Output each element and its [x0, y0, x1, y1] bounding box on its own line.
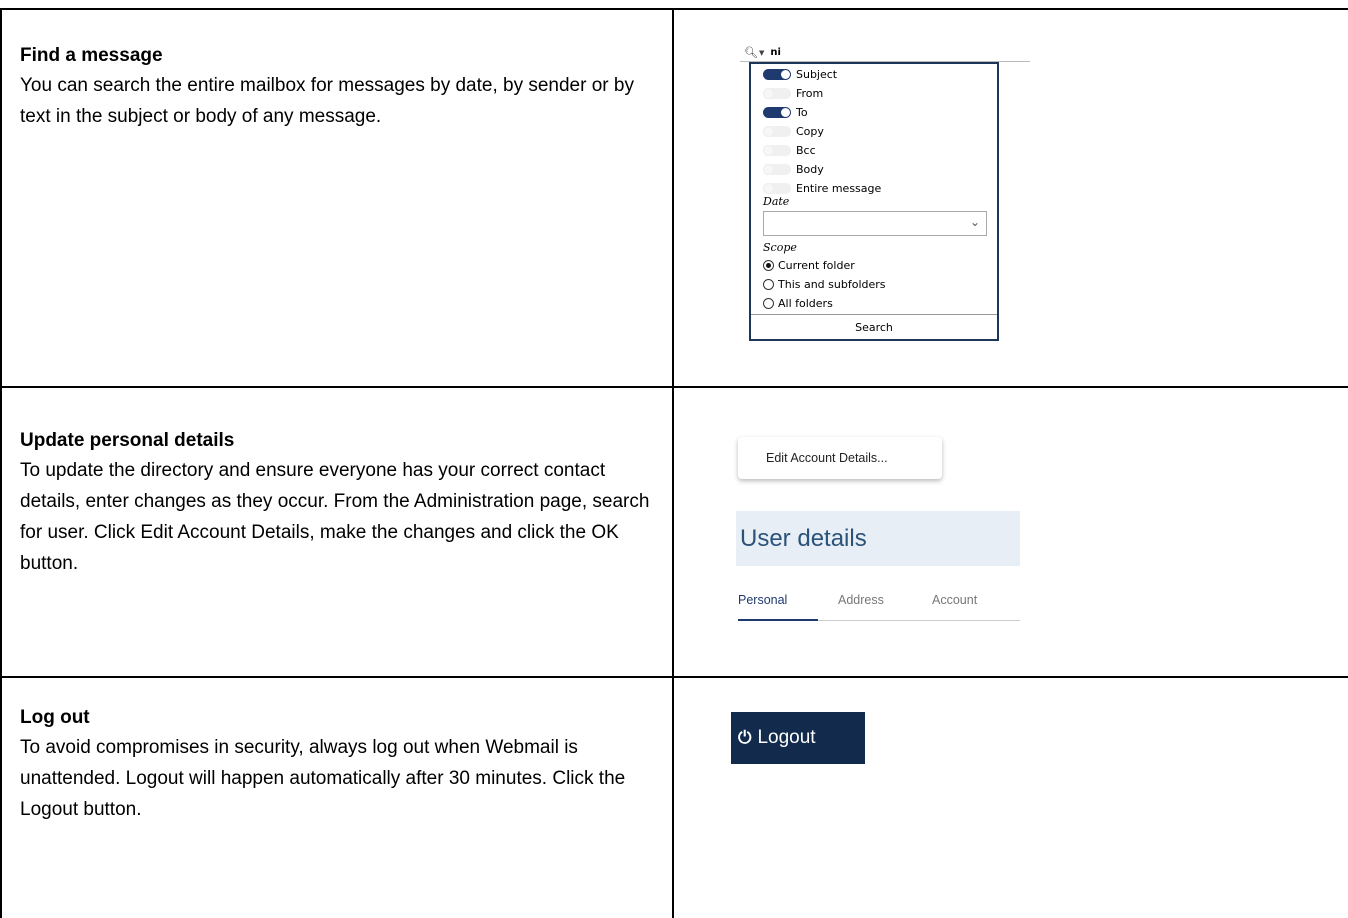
- section-heading: Find a message: [20, 45, 163, 66]
- toggle-label: To: [796, 106, 808, 119]
- search-options-dropdown: Subject From To Copy Bcc Body Entire mes…: [749, 62, 999, 341]
- chevron-down-icon[interactable]: ⌄: [970, 215, 980, 229]
- table-border-left: [0, 8, 2, 918]
- tab-address[interactable]: Address: [838, 593, 884, 607]
- power-icon: ⏻: [738, 728, 752, 748]
- section-body: To update the directory and ensure every…: [20, 460, 650, 574]
- tab-personal[interactable]: Personal: [738, 593, 787, 607]
- toggle-label: Copy: [796, 125, 824, 138]
- toggle-label: Entire message: [796, 182, 882, 195]
- logout-button[interactable]: ⏻ Logout: [731, 712, 865, 764]
- toggle-bcc[interactable]: Bcc: [763, 143, 816, 158]
- edit-account-details-button[interactable]: Edit Account Details...: [738, 437, 942, 479]
- search-button[interactable]: Search: [751, 314, 997, 339]
- toggle-switch-on[interactable]: [763, 69, 791, 80]
- radio-button[interactable]: [763, 279, 774, 290]
- toggle-switch-off[interactable]: [763, 145, 791, 156]
- radio-label: All folders: [778, 297, 833, 310]
- toggle-to[interactable]: To: [763, 105, 808, 120]
- toggle-label: Bcc: [796, 144, 816, 157]
- toggle-entire-message[interactable]: Entire message: [763, 181, 881, 196]
- update-details-section: Update personal details To update the di…: [20, 428, 660, 579]
- scope-option-all-folders[interactable]: All folders: [763, 296, 833, 311]
- section-heading: Log out: [20, 707, 90, 728]
- scope-label: Scope: [763, 241, 797, 254]
- toggle-from[interactable]: From: [763, 86, 823, 101]
- radio-button[interactable]: [763, 298, 774, 309]
- date-label: Date: [763, 195, 790, 208]
- toggle-switch-off[interactable]: [763, 88, 791, 99]
- chevron-down-icon[interactable]: ▼: [759, 49, 764, 57]
- row-divider-1: [0, 386, 1348, 388]
- search-icon[interactable]: 🔍︎: [744, 46, 758, 59]
- search-bar[interactable]: 🔍︎ ▼ ni: [740, 44, 1030, 62]
- user-details-tabs: Personal Address Account: [738, 590, 1020, 621]
- radio-label: This and subfolders: [778, 278, 886, 291]
- search-widget: 🔍︎ ▼ ni Subject From To Copy Bcc Body En…: [740, 44, 1030, 341]
- scope-option-current-folder[interactable]: Current folder: [763, 258, 855, 273]
- date-select[interactable]: ⌄: [763, 211, 987, 236]
- user-details-header: User details: [736, 511, 1020, 566]
- tab-account[interactable]: Account: [932, 593, 977, 607]
- toggle-body[interactable]: Body: [763, 162, 824, 177]
- scope-option-this-and-subfolders[interactable]: This and subfolders: [763, 277, 886, 292]
- active-tab-indicator: [738, 619, 818, 621]
- log-out-section: Log out To avoid compromises in security…: [20, 705, 660, 825]
- find-message-section: Find a message You can search the entire…: [20, 43, 660, 132]
- radio-label: Current folder: [778, 259, 855, 272]
- search-input[interactable]: ni: [770, 47, 781, 58]
- row-divider-2: [0, 676, 1348, 678]
- section-body: You can search the entire mailbox for me…: [20, 75, 634, 127]
- toggle-switch-off[interactable]: [763, 183, 791, 194]
- radio-button-checked[interactable]: [763, 260, 774, 271]
- logout-label: Logout: [757, 727, 816, 748]
- column-divider: [672, 8, 674, 918]
- toggle-switch-off[interactable]: [763, 126, 791, 137]
- toggle-label: From: [796, 87, 824, 100]
- section-body: To avoid compromises in security, always…: [20, 737, 626, 820]
- toggle-switch-off[interactable]: [763, 164, 791, 175]
- toggle-label: Body: [796, 163, 824, 176]
- table-border-top: [0, 8, 1348, 10]
- toggle-label: Subject: [796, 68, 838, 81]
- toggle-subject[interactable]: Subject: [763, 67, 837, 82]
- section-heading: Update personal details: [20, 430, 235, 451]
- toggle-switch-on[interactable]: [763, 107, 791, 118]
- toggle-copy[interactable]: Copy: [763, 124, 824, 139]
